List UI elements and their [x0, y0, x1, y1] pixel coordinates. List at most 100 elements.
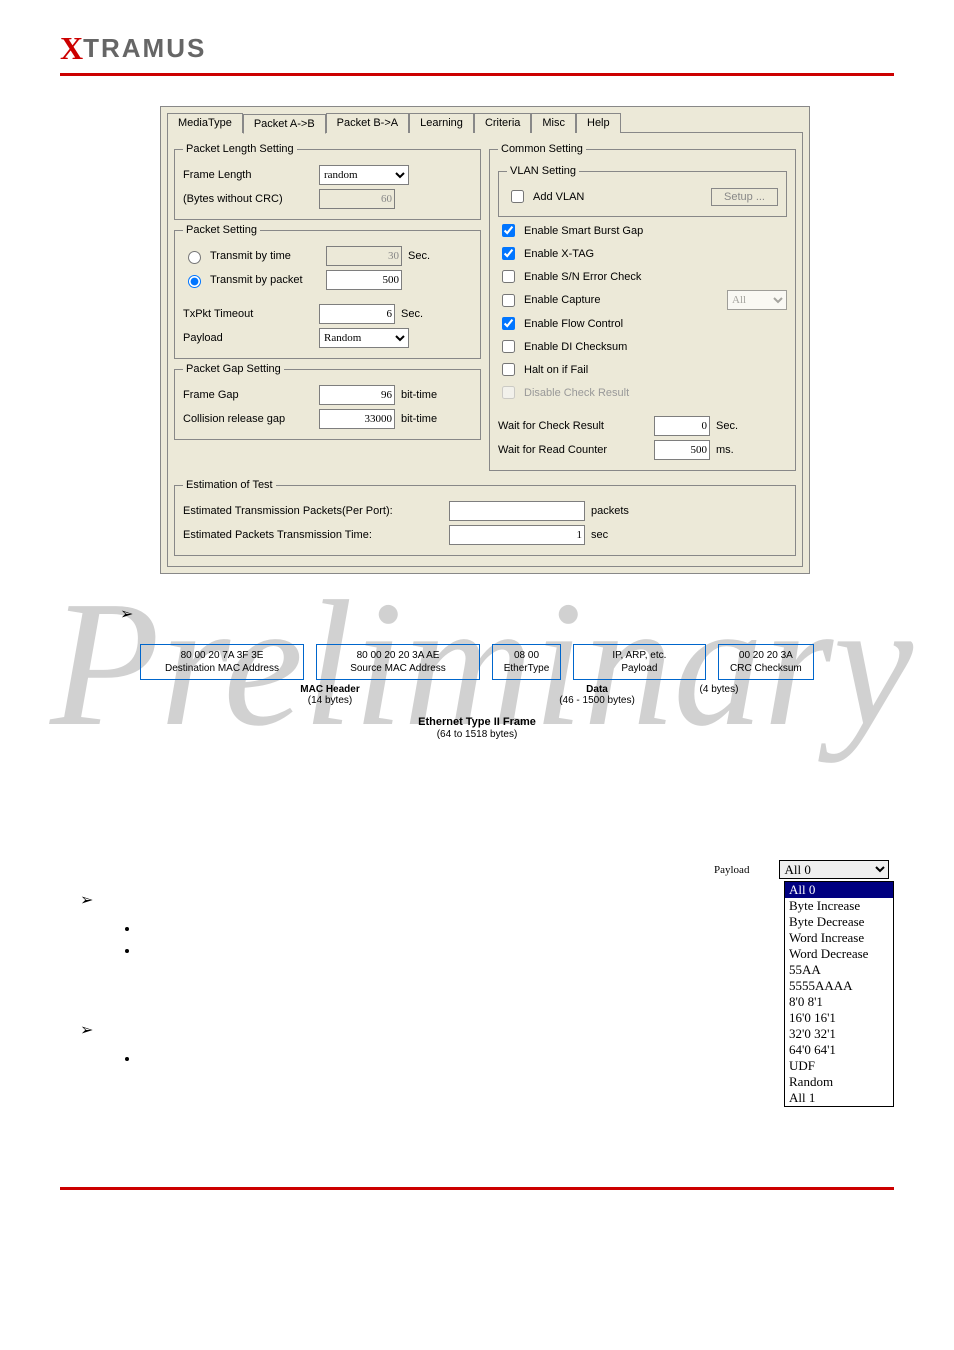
c5-label: Enable Flow Control — [524, 318, 623, 330]
sub-bullet-1 — [140, 920, 714, 938]
vlan-legend: VLAN Setting — [507, 165, 579, 177]
payload-label: Payload — [183, 332, 313, 344]
est-l1: Estimated Transmission Packets(Per Port)… — [183, 505, 443, 517]
c6-label: Enable DI Checksum — [524, 341, 627, 353]
c7-label: Halt on if Fail — [524, 364, 588, 376]
tab-misc[interactable]: Misc — [531, 113, 576, 133]
add-vlan-label: Add VLAN — [533, 191, 705, 203]
header-rule — [60, 73, 894, 76]
ethernet-frame-diagram: 80 00 20 7A 3F 3EDestination MAC Address… — [140, 644, 814, 740]
ps-legend: Packet Setting — [183, 224, 260, 236]
add-vlan-checkbox[interactable] — [511, 190, 524, 203]
setup-button: Setup ... — [711, 188, 778, 206]
wait-read-label: Wait for Read Counter — [498, 444, 648, 456]
footer-rule — [60, 1187, 894, 1190]
wait-check-label: Wait for Check Result — [498, 420, 648, 432]
payload-dropdown-widget: Payload All 0 All 0 Byte Increase Byte D… — [714, 860, 894, 1107]
packet-gap-setting: Packet Gap Setting Frame Gap bit-time Co… — [174, 363, 481, 440]
wait-read-field[interactable] — [654, 440, 710, 460]
logo: X TRAMUS — [60, 30, 894, 67]
payload-opt-4[interactable]: Word Decrease — [785, 946, 893, 962]
packet-setting: Packet Setting Transmit by time Sec. Tra… — [174, 224, 481, 359]
vlan-setting: VLAN Setting Add VLAN Setup ... — [498, 165, 787, 217]
frame-length-label: Frame Length — [183, 169, 313, 181]
payload-opt-3[interactable]: Word Increase — [785, 930, 893, 946]
c8-checkbox — [502, 386, 515, 399]
payload-opt-2[interactable]: Byte Decrease — [785, 914, 893, 930]
c3-label: Enable S/N Error Check — [524, 271, 641, 283]
c4-label: Enable Capture — [524, 294, 721, 306]
payload-opt-0[interactable]: All 0 — [785, 882, 893, 898]
pls-legend: Packet Length Setting — [183, 143, 297, 155]
c3-checkbox[interactable] — [502, 270, 515, 283]
wait-check-field[interactable] — [654, 416, 710, 436]
transmit-by-time-field — [326, 246, 402, 266]
tab-packet-ba[interactable]: Packet B->A — [326, 113, 409, 133]
payload-dd-list[interactable]: All 0 Byte Increase Byte Decrease Word I… — [784, 881, 894, 1107]
est-time-unit: sec — [591, 529, 608, 541]
pgs-legend: Packet Gap Setting — [183, 363, 284, 375]
common-setting: Common Setting VLAN Setting Add VLAN Set… — [489, 143, 796, 471]
tab-help[interactable]: Help — [576, 113, 621, 133]
sec-label-3: Sec. — [716, 420, 738, 432]
payload-dd-select[interactable]: All 0 — [779, 860, 889, 879]
payload-opt-6[interactable]: 5555AAAA — [785, 978, 893, 994]
bullet-1: ➢ — [120, 604, 834, 624]
frame-gap-field[interactable] — [319, 385, 395, 405]
payload-opt-9[interactable]: 32'0 32'1 — [785, 1026, 893, 1042]
transmit-by-time-radio[interactable] — [188, 251, 201, 264]
payload-opt-5[interactable]: 55AA — [785, 962, 893, 978]
bullet-2: ➢ — [80, 890, 654, 910]
payload-opt-11[interactable]: UDF — [785, 1058, 893, 1074]
c8-label: Disable Check Result — [524, 387, 629, 399]
ms-label: ms. — [716, 444, 734, 456]
payload-opt-7[interactable]: 8'0 8'1 — [785, 994, 893, 1010]
cs-legend: Common Setting — [498, 143, 586, 155]
est-legend: Estimation of Test — [183, 479, 276, 491]
settings-dialog: MediaType Packet A->B Packet B->A Learni… — [160, 106, 810, 574]
logo-x: X — [60, 30, 83, 67]
payload-dd-label: Payload — [714, 864, 749, 876]
bullet-3: ➢ — [80, 1020, 654, 1040]
c5-checkbox[interactable] — [502, 317, 515, 330]
transmit-by-packet-label: Transmit by packet — [210, 274, 320, 286]
c2-checkbox[interactable] — [502, 247, 515, 260]
payload-opt-12[interactable]: Random — [785, 1074, 893, 1090]
payload-opt-1[interactable]: Byte Increase — [785, 898, 893, 914]
estimation-of-test: Estimation of Test Estimated Transmissio… — [174, 479, 796, 556]
payload-select[interactable]: Random — [319, 328, 409, 348]
packet-length-setting: Packet Length Setting Frame Length rando… — [174, 143, 481, 220]
collision-field[interactable] — [319, 409, 395, 429]
tab-learning[interactable]: Learning — [409, 113, 474, 133]
payload-opt-10[interactable]: 64'0 64'1 — [785, 1042, 893, 1058]
sub-bullet-2 — [140, 942, 714, 960]
txpkt-label: TxPkt Timeout — [183, 308, 313, 320]
sub-bullet-3 — [140, 1050, 714, 1068]
capture-select: All — [727, 290, 787, 310]
tab-criteria[interactable]: Criteria — [474, 113, 531, 133]
logo-rest: TRAMUS — [83, 33, 206, 64]
c6-checkbox[interactable] — [502, 340, 515, 353]
tab-packet-ab[interactable]: Packet A->B — [243, 114, 326, 134]
transmit-by-packet-radio[interactable] — [188, 275, 201, 288]
tab-mediatype[interactable]: MediaType — [167, 113, 243, 133]
sec-label-2: Sec. — [401, 308, 423, 320]
bytes-field — [319, 189, 395, 209]
est-l2: Estimated Packets Transmission Time: — [183, 529, 443, 541]
bt-label-2: bit-time — [401, 413, 437, 425]
est-time-field — [449, 525, 585, 545]
frame-gap-label: Frame Gap — [183, 389, 313, 401]
transmit-by-packet-field[interactable] — [326, 270, 402, 290]
frame-length-select[interactable]: random — [319, 165, 409, 185]
payload-opt-8[interactable]: 16'0 16'1 — [785, 1010, 893, 1026]
c1-checkbox[interactable] — [502, 224, 515, 237]
collision-label: Collision release gap — [183, 413, 313, 425]
txpkt-field[interactable] — [319, 304, 395, 324]
bt-label-1: bit-time — [401, 389, 437, 401]
est-packets-unit: packets — [591, 505, 629, 517]
tab-bar: MediaType Packet A->B Packet B->A Learni… — [167, 113, 803, 133]
c4-checkbox[interactable] — [502, 294, 515, 307]
c2-label: Enable X-TAG — [524, 248, 594, 260]
c7-checkbox[interactable] — [502, 363, 515, 376]
payload-opt-13[interactable]: All 1 — [785, 1090, 893, 1106]
